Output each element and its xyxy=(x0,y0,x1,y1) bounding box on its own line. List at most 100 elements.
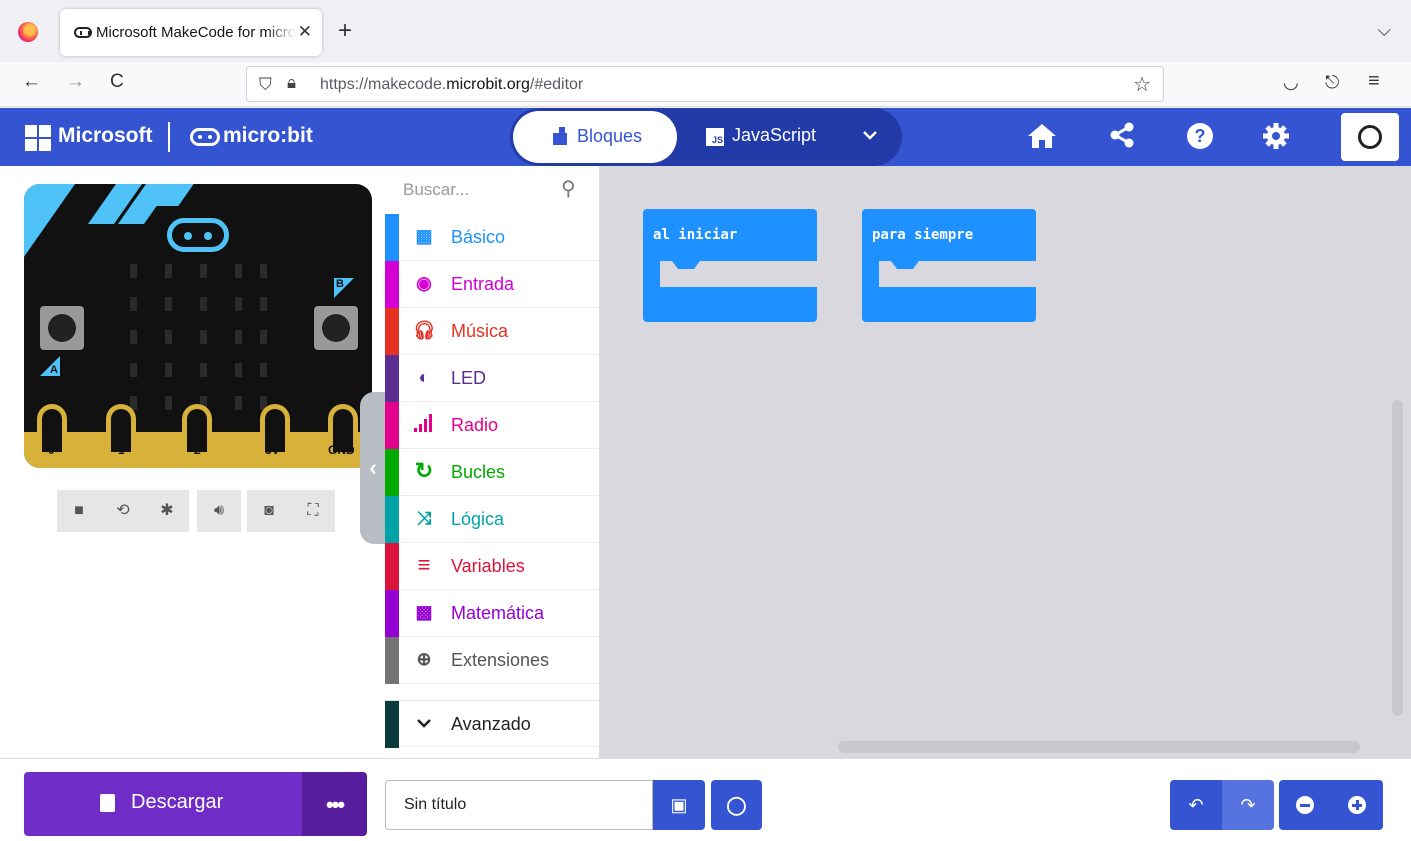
redo-button[interactable]: ↷ xyxy=(1222,780,1274,830)
category-avanzado[interactable]: Avanzado xyxy=(385,700,599,748)
blocks-workspace[interactable]: al iniciar para siempre xyxy=(600,166,1411,758)
vertical-scrollbar[interactable] xyxy=(1392,400,1403,716)
lock-icon[interactable]: 🔒︎ xyxy=(287,73,296,93)
svg-text:?: ? xyxy=(1195,126,1206,146)
microbit-favicon-icon xyxy=(74,27,92,38)
category-matematica[interactable]: ▩ Matemática xyxy=(385,590,599,637)
category-bucles[interactable]: ↻ Bucles xyxy=(385,449,599,496)
url-text[interactable]: https://makecode.microbit.org/#editor xyxy=(320,76,583,94)
screenshot-icon[interactable]: ◙ xyxy=(247,490,291,532)
javascript-mode-button[interactable]: JS JavaScript xyxy=(706,125,816,146)
puzzle-icon xyxy=(553,127,567,145)
collapse-simulator-button[interactable]: ‹ xyxy=(360,392,386,544)
profile-button[interactable] xyxy=(1341,113,1399,161)
grid-icon: ▦ xyxy=(415,226,433,246)
pin-label: 2 xyxy=(194,443,201,457)
restart-icon[interactable]: ⟲ xyxy=(101,490,145,532)
header-separator xyxy=(168,122,170,152)
category-musica[interactable]: 🎧︎ Música xyxy=(385,308,599,355)
tab-title: Microsoft MakeCode for micro:bit xyxy=(96,24,296,41)
category-label: Avanzado xyxy=(451,714,531,734)
menu-icon[interactable]: ≡ xyxy=(1368,70,1380,93)
category-extensiones[interactable]: ⊕ Extensiones xyxy=(385,637,599,684)
forward-button[interactable]: → xyxy=(66,71,85,93)
category-led[interactable]: ◐ LED xyxy=(385,355,599,402)
stop-icon[interactable]: ■ xyxy=(57,490,101,532)
blocks-mode-button[interactable]: Bloques xyxy=(513,111,677,163)
category-label: Matemática xyxy=(451,603,545,623)
new-tab-button[interactable]: + xyxy=(338,17,352,45)
mute-icon[interactable]: 🔊︎ xyxy=(197,490,241,532)
forever-block[interactable]: para siempre xyxy=(862,209,1036,322)
share-icon[interactable] xyxy=(1106,121,1138,153)
toolbox: Buscar... ⚲ ▦ Básico ◉ Entrada 🎧︎ Música… xyxy=(385,166,600,758)
editor-footer: Descargar ••• ▣ ◯ ↶ ↷ xyxy=(0,758,1411,841)
microsoft-logo-icon[interactable] xyxy=(25,125,51,151)
github-button[interactable]: ◯ xyxy=(711,780,762,830)
category-variables[interactable]: ≡ Variables xyxy=(385,543,599,590)
fullscreen-icon[interactable]: ⛶ xyxy=(291,490,335,532)
undo-button[interactable]: ↶ xyxy=(1170,780,1222,830)
category-label: Entrada xyxy=(451,274,515,294)
home-icon[interactable] xyxy=(1026,121,1058,153)
tab-list-button[interactable]: ⌵ xyxy=(1377,20,1391,41)
headphones-icon: 🎧︎ xyxy=(413,320,436,340)
on-start-block[interactable]: al iniciar xyxy=(643,209,817,322)
horizontal-scrollbar[interactable] xyxy=(838,741,1360,753)
back-button[interactable]: ← xyxy=(22,71,41,93)
url-bar[interactable]: ⛉ 🔒︎ https://makecode.microbit.org/#edit… xyxy=(246,66,1164,102)
github-icon: ◯ xyxy=(726,795,747,815)
button-b[interactable] xyxy=(314,306,358,350)
zoom-in-button[interactable] xyxy=(1331,780,1383,830)
category-label: Radio xyxy=(451,415,499,435)
tab-close-button[interactable]: ✕ xyxy=(298,22,312,42)
browser-tab-strip: Microsoft MakeCode for micro:bit ✕ + ⌵ xyxy=(0,0,1411,62)
zoom-out-button[interactable] xyxy=(1279,780,1331,830)
button-a[interactable] xyxy=(40,306,84,350)
list-icon: ≡ xyxy=(417,552,431,577)
plus-circle-icon: ⊕ xyxy=(416,649,432,669)
shield-icon[interactable]: ⛉ xyxy=(259,75,272,95)
save-button[interactable]: ▣ xyxy=(653,780,705,830)
microbit-brand[interactable]: micro:bit xyxy=(223,124,313,148)
download-label: Descargar xyxy=(131,791,224,813)
zoom-in-icon xyxy=(1348,796,1366,814)
chevron-down-icon[interactable] xyxy=(862,124,878,147)
category-logica[interactable]: ⤨ Lógica xyxy=(385,496,599,543)
javascript-mode-label: JavaScript xyxy=(732,125,817,145)
settings-icon[interactable] xyxy=(1260,121,1292,153)
download-button[interactable]: Descargar xyxy=(24,772,302,836)
project-name-input[interactable] xyxy=(385,780,653,830)
search-input[interactable]: Buscar... xyxy=(403,180,469,200)
category-label: Bucles xyxy=(451,462,506,482)
category-radio[interactable]: Radio xyxy=(385,402,599,449)
microsoft-brand[interactable]: Microsoft xyxy=(58,124,153,148)
bookmark-star-icon[interactable]: ☆ xyxy=(1133,72,1151,97)
microbit-logo-icon[interactable] xyxy=(190,128,220,146)
profile-icon xyxy=(1358,125,1382,149)
blocks-mode-label: Bloques xyxy=(577,126,643,146)
debug-icon[interactable]: ✱ xyxy=(145,490,189,532)
save-icon: ▣ xyxy=(670,795,688,815)
pocket-icon[interactable]: ◡ xyxy=(1283,72,1299,93)
zoom-out-icon xyxy=(1296,796,1314,814)
js-icon: JS xyxy=(706,128,724,146)
help-icon[interactable]: ? xyxy=(1184,121,1216,153)
microbit-simulator[interactable]: A B 0 1 2 3V GND xyxy=(24,184,372,468)
search-icon[interactable]: ⚲ xyxy=(561,176,576,201)
button-a-label: A xyxy=(40,356,60,376)
toggle-icon: ◐ xyxy=(418,367,430,387)
simulator-panel: A B 0 1 2 3V GND ■ ⟲ ✱ 🔊︎ ◙ ⛶ xyxy=(0,166,385,758)
download-icon xyxy=(100,794,115,812)
calculator-icon: ▩ xyxy=(415,602,433,622)
microbit-touch-logo[interactable] xyxy=(167,218,229,252)
toolbox-search[interactable]: Buscar... ⚲ xyxy=(385,166,599,212)
category-basico[interactable]: ▦ Básico xyxy=(385,214,599,261)
reload-button[interactable]: C xyxy=(110,71,124,93)
category-label: LED xyxy=(451,368,487,388)
browser-tab[interactable]: Microsoft MakeCode for micro:bit ✕ xyxy=(60,9,322,56)
extensions-icon[interactable]: ⎋ xyxy=(1325,72,1339,93)
download-more-button[interactable]: ••• xyxy=(302,772,367,836)
category-entrada[interactable]: ◉ Entrada xyxy=(385,261,599,308)
editor-mode-toggle: Bloques JS JavaScript xyxy=(510,108,902,166)
